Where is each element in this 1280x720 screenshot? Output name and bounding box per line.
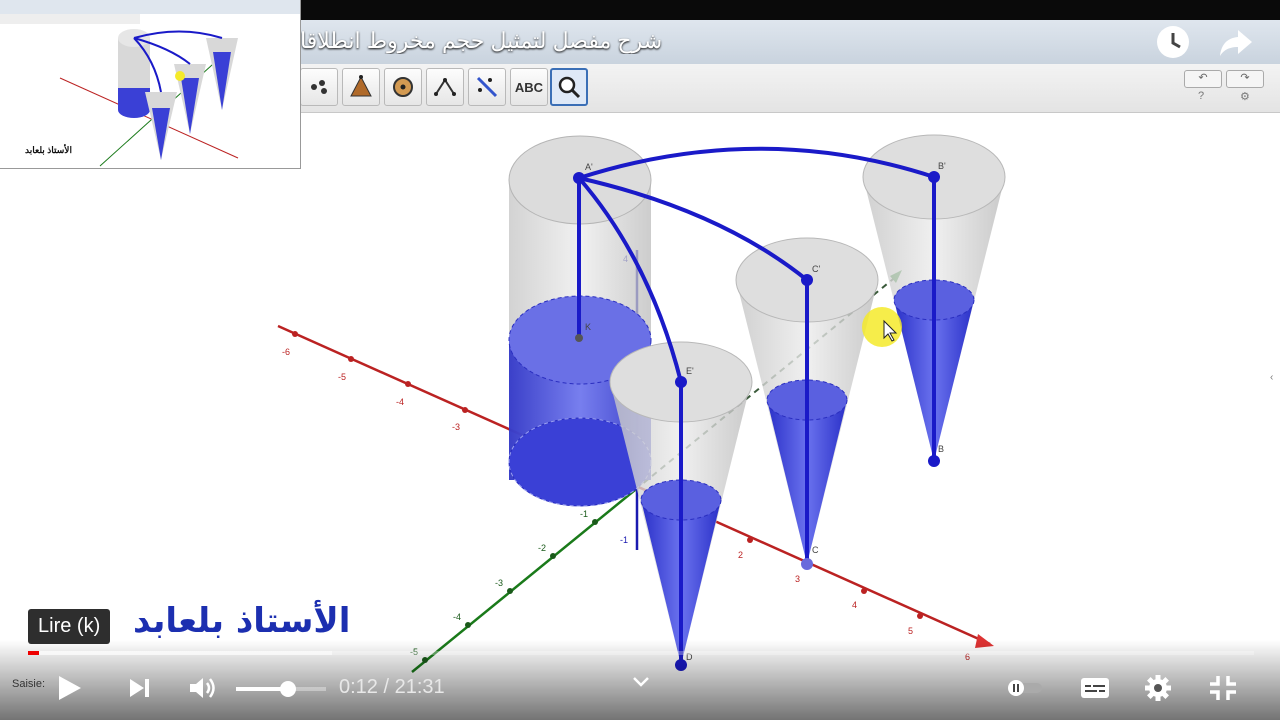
volume-icon[interactable] [188,675,218,701]
zoom-icon [558,76,581,99]
time-display: 0:12 / 21:31 [339,676,445,699]
point-label: C [812,545,819,555]
x-tick-label: 2 [738,550,743,560]
chevron-down-icon[interactable] [632,676,650,688]
redo-button[interactable]: ↷ [1226,70,1264,88]
x-tick-label: -6 [282,347,290,357]
exit-fullscreen-icon[interactable] [1208,674,1238,702]
settings-small-icon[interactable]: ⚙ [1240,90,1250,103]
point-label: K [585,322,591,332]
angle-tool-button[interactable] [426,68,464,106]
panel-collapse-icon[interactable]: ‹ [1270,372,1273,383]
next-icon[interactable] [128,677,152,699]
point-icon [311,80,327,94]
point-tool-button[interactable] [300,68,338,106]
input-bar-label: Saisie: [12,678,46,690]
progress-buffered [28,651,333,655]
point-label: B' [938,161,946,171]
y-tick-label: -4 [453,612,461,622]
polygon-icon [350,75,372,97]
angle-icon [434,78,456,96]
point-label: A' [585,162,593,172]
cursor-highlight [862,307,902,347]
video-player[interactable]: ABC ↶ ↷ ? ⚙ -6 -5 -4 -3 2 3 4 5 -1 -2 -3… [0,0,1280,720]
text-tool-icon: ABC [514,79,544,95]
time-separator: / [377,676,395,698]
subtitles-icon[interactable] [1080,677,1110,699]
play-tooltip: Lire (k) [28,609,111,644]
help-icon[interactable]: ? [1198,90,1204,102]
y-tick-label: -2 [538,543,546,553]
z-tick-label: -1 [620,535,628,545]
thumbnail-image [0,0,300,167]
polygon-tool-button[interactable] [342,68,380,106]
geogebra-toolbar: ABC ↶ ↷ ? ⚙ [300,64,1280,113]
y-tick-label: -3 [495,578,503,588]
zoom-tool-button[interactable] [550,68,588,106]
time-current: 0:12 [339,676,378,698]
progress-played [28,651,40,655]
x-tick-label: -3 [452,422,460,432]
watch-later-icon[interactable] [1155,24,1191,60]
share-icon[interactable] [1218,24,1254,60]
reflect-icon [476,76,498,98]
x-tick-label: 5 [908,626,913,636]
play-icon[interactable] [55,674,83,702]
x-tick-label: -5 [338,372,346,382]
undo-button[interactable]: ↶ [1184,70,1222,88]
y-tick-label: -1 [580,509,588,519]
point-label: E' [686,366,694,376]
reflect-tool-button[interactable] [468,68,506,106]
thumbnail-preview: الأستاذ بلعابد [0,0,301,169]
circle-tool-button[interactable] [384,68,422,106]
graphics-3d-view[interactable]: -6 -5 -4 -3 2 3 4 5 6 -1 -2 -3 -4 -5 -1 … [0,113,1280,673]
progress-bar[interactable] [28,651,1254,655]
x-tick-label: -4 [396,397,404,407]
circle-icon [393,77,413,97]
x-tick-label: 3 [795,574,800,584]
time-total: 21:31 [394,676,445,698]
video-title[interactable]: شرح مفصل لتمثيل حجم مخروط انطلاقا [300,28,710,54]
author-overlay: الأستاذ بلعابد [133,601,351,641]
settings-icon[interactable] [1144,674,1172,702]
text-tool-button[interactable]: ABC [510,68,548,106]
x-tick-label: 4 [852,600,857,610]
thumbnail-author: الأستاذ بلعابد [25,145,72,155]
autoplay-toggle-icon[interactable] [1004,679,1044,697]
point-label: C' [812,264,820,274]
point-label: B [938,444,944,454]
volume-slider[interactable] [236,681,326,697]
